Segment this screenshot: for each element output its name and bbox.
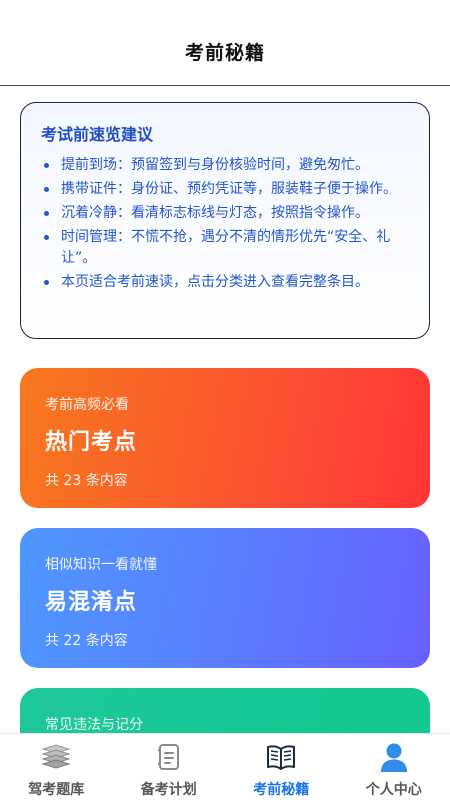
tip-item: 携带证件：身份证、预约凭证等，服装鞋子便于操作。 (41, 179, 409, 200)
question-bank-icon (39, 741, 73, 773)
tab-profile[interactable]: 个人中心 (338, 734, 450, 800)
tip-text: 沉着冷静：看清标志标线与灯态，按照指令操作。 (61, 205, 369, 221)
page-title: 考前秘籍 (184, 42, 265, 64)
bullet-dot-icon (44, 235, 49, 240)
card-subtitle: 相似知识一看就懂 (45, 557, 157, 573)
bottom-tab-bar: 驾考题库 备考计划 考前秘籍 个人中心 (0, 733, 450, 800)
tip-item: 提前到场：预留签到与身份核验时间，避免匆忙。 (41, 155, 409, 176)
bullet-dot-icon (44, 280, 49, 285)
tab-label: 备考计划 (140, 782, 197, 798)
card-count: 共 23 条内容 (45, 473, 128, 489)
tab-exam-tips[interactable]: 考前秘籍 (225, 734, 338, 800)
card-subtitle: 考前高频必看 (45, 397, 129, 413)
category-card-hot-topics[interactable]: 考前高频必看 热门考点 共 23 条内容 (20, 368, 430, 508)
tip-item: 本页适合考前速读，点击分类进入查看完整条目。 (41, 272, 409, 293)
tip-text: 时间管理：不慌不抢，遇分不清的情形优先“安全、礼让”。 (61, 229, 391, 266)
tip-item: 沉着冷静：看清标志标线与灯态，按照指令操作。 (41, 203, 409, 224)
bullet-dot-icon (44, 187, 49, 192)
card-title: 热门考点 (45, 430, 138, 455)
tips-title: 考试前速览建议 (41, 125, 154, 144)
top-header: 考前秘籍 (0, 0, 450, 86)
tips-card: 考试前速览建议 提前到场：预留签到与身份核验时间，避免匆忙。 携带证件：身份证、… (20, 102, 430, 339)
tip-text: 提前到场：预留签到与身份核验时间，避免匆忙。 (61, 157, 369, 173)
tips-list: 提前到场：预留签到与身份核验时间，避免匆忙。 携带证件：身份证、预约凭证等，服装… (41, 155, 409, 293)
tab-label: 驾考题库 (28, 782, 85, 798)
tip-text: 携带证件：身份证、预约凭证等，服装鞋子便于操作。 (61, 181, 397, 197)
category-card-confusing-points[interactable]: 相似知识一看就懂 易混淆点 共 22 条内容 (20, 528, 430, 668)
tip-text: 本页适合考前速读，点击分类进入查看完整条目。 (61, 274, 369, 290)
app-screen: 考前秘籍 考试前速览建议 提前到场：预留签到与身份核验时间，避免匆忙。 携带证件… (0, 0, 450, 800)
card-count: 共 22 条内容 (45, 633, 128, 649)
card-subtitle: 常见违法与记分 (45, 717, 143, 733)
tab-study-plan[interactable]: 备考计划 (113, 734, 226, 800)
tip-item: 时间管理：不慌不抢，遇分不清的情形优先“安全、礼让”。 (41, 227, 409, 269)
tab-label: 个人中心 (365, 782, 422, 798)
plan-notebook-icon (152, 741, 186, 773)
open-book-icon (264, 741, 298, 773)
bullet-dot-icon (44, 163, 49, 168)
card-title: 易混淆点 (45, 590, 138, 615)
tab-question-bank[interactable]: 驾考题库 (0, 734, 113, 800)
tab-label: 考前秘籍 (253, 782, 310, 798)
user-icon (377, 741, 411, 773)
bullet-dot-icon (44, 211, 49, 216)
